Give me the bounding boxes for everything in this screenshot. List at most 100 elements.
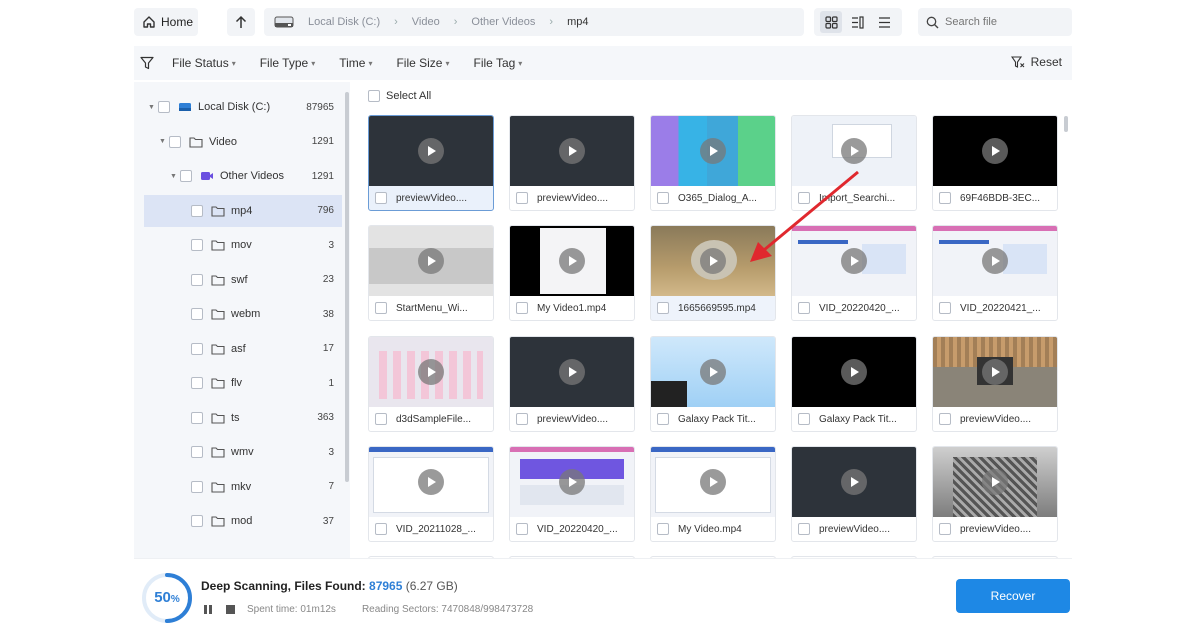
file-card[interactable]: Import_Searchi... [791,115,917,211]
grid-view-button[interactable] [820,11,843,33]
sidebar-item-ts[interactable]: ts 363 [144,402,342,434]
file-checkbox[interactable] [657,192,669,204]
file-checkbox[interactable] [939,413,951,425]
play-icon[interactable] [418,138,444,164]
file-checkbox[interactable] [516,302,528,314]
tree-checkbox[interactable] [180,170,192,182]
file-checkbox[interactable] [516,192,528,204]
expand-arrow-icon[interactable]: ▼ [148,104,158,111]
sidebar-item-webm[interactable]: webm 38 [144,298,342,330]
play-icon[interactable] [559,248,585,274]
video-thumbnail[interactable] [510,337,634,407]
play-icon[interactable] [982,248,1008,274]
file-checkbox[interactable] [798,302,810,314]
sidebar-item-mkv[interactable]: mkv 7 [144,471,342,503]
play-icon[interactable] [982,138,1008,164]
tree-checkbox[interactable] [191,273,203,286]
tree-checkbox[interactable] [191,239,203,251]
video-thumbnail[interactable] [933,226,1057,296]
file-checkbox[interactable] [375,192,387,204]
file-card[interactable]: VID_20211028_... [368,446,494,542]
file-checkbox[interactable] [375,302,387,314]
file-card[interactable]: previewVideo.... [509,115,635,211]
file-card[interactable]: VID_20220420_... [509,446,635,542]
play-icon[interactable] [841,248,867,274]
sidebar-item-local-disk-c[interactable]: ▼ Local Disk (C:) 87965 [144,91,342,123]
file-card[interactable]: previewVideo.... [932,446,1058,542]
file-card[interactable]: Galaxy Pack Tit... [650,336,776,432]
file-card[interactable]: previewVideo.... [791,446,917,542]
file-checkbox[interactable] [939,192,951,204]
play-icon[interactable] [559,359,585,385]
play-icon[interactable] [418,248,444,274]
filter-file-type[interactable]: File Type ▾ [260,56,315,70]
filter-time[interactable]: Time ▾ [339,56,372,70]
breadcrumb-item-mp4[interactable]: mp4 [567,16,588,28]
reset-button[interactable]: Reset [1010,55,1062,69]
file-card[interactable]: Galaxy Pack Tit... [791,336,917,432]
breadcrumb-item-disk[interactable]: Local Disk (C:) [308,16,380,28]
file-checkbox[interactable] [657,523,669,535]
video-thumbnail[interactable] [651,116,775,186]
play-icon[interactable] [982,469,1008,495]
play-icon[interactable] [841,469,867,495]
file-card[interactable]: previewVideo.... [509,336,635,432]
play-icon[interactable] [700,469,726,495]
select-all-checkbox[interactable] [368,90,380,102]
grid-scrollbar[interactable] [1064,116,1068,132]
sidebar-item-other-videos[interactable]: ▼ Other Videos 1291 [144,160,342,192]
tree-checkbox[interactable] [191,377,203,389]
filter-file-tag[interactable]: File Tag ▾ [473,56,522,70]
file-card[interactable]: previewVideo.... [368,115,494,211]
file-card[interactable]: My Video1.mp4 [509,225,635,321]
play-icon[interactable] [418,359,444,385]
list-view-button[interactable] [874,11,896,33]
play-icon[interactable] [559,469,585,495]
file-checkbox[interactable] [375,523,387,535]
video-thumbnail[interactable] [510,447,634,517]
tree-checkbox[interactable] [169,135,181,148]
video-thumbnail[interactable] [369,447,493,517]
file-card[interactable]: StartMenu_Wi... [368,225,494,321]
select-all[interactable]: Select All [368,90,431,102]
play-icon[interactable] [841,359,867,385]
file-card[interactable]: My Video.mp4 [650,446,776,542]
sidebar-item-video[interactable]: ▼ Video 1291 [144,126,342,158]
play-icon[interactable] [700,248,726,274]
file-checkbox[interactable] [798,192,810,204]
breadcrumb-item-other-videos[interactable]: Other Videos [471,16,535,28]
sidebar-item-mov[interactable]: mov 3 [144,229,342,261]
play-icon[interactable] [841,138,867,164]
video-thumbnail[interactable] [369,337,493,407]
file-checkbox[interactable] [939,523,951,535]
up-folder-button[interactable] [227,8,255,36]
sidebar-item-wmv[interactable]: wmv 3 [144,436,342,468]
detail-view-button[interactable] [847,11,869,33]
file-checkbox[interactable] [375,413,387,425]
play-icon[interactable] [418,469,444,495]
video-thumbnail[interactable] [792,337,916,407]
stop-icon[interactable] [226,605,235,614]
video-thumbnail[interactable] [792,447,916,517]
breadcrumb-item-video[interactable]: Video [412,16,440,28]
video-thumbnail[interactable] [792,116,916,186]
sidebar-item-flv[interactable]: flv 1 [144,367,342,399]
file-card[interactable]: VID_20220421_... [932,225,1058,321]
expand-arrow-icon[interactable]: ▼ [170,173,180,180]
sidebar-scrollbar[interactable] [345,92,349,482]
tree-checkbox[interactable] [191,342,203,355]
play-icon[interactable] [700,138,726,164]
video-thumbnail[interactable] [510,226,634,296]
file-card[interactable]: O365_Dialog_A... [650,115,776,211]
tree-checkbox[interactable] [191,515,203,527]
tree-checkbox[interactable] [191,446,203,458]
sidebar-item-swf[interactable]: swf 23 [144,264,342,296]
file-card[interactable]: VID_20220420_... [791,225,917,321]
tree-checkbox[interactable] [191,411,203,424]
video-thumbnail[interactable] [369,226,493,296]
search-input[interactable] [945,16,1065,28]
pause-icon[interactable] [204,605,212,614]
recover-button[interactable]: Recover [956,579,1070,613]
filter-file-size[interactable]: File Size ▾ [396,56,449,70]
file-card[interactable]: d3dSampleFile... [368,336,494,432]
